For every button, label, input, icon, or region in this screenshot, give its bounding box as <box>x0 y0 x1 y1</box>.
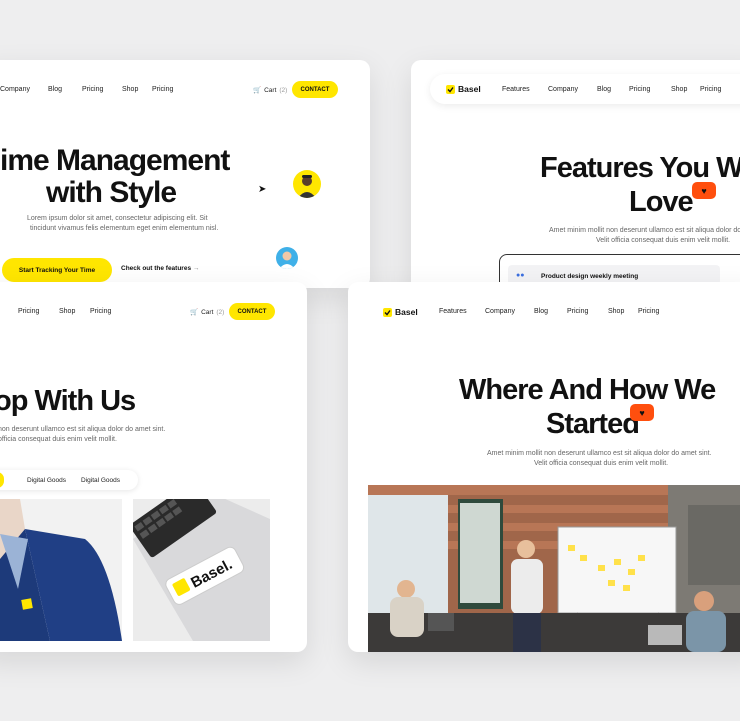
basel-logo[interactable]: Basel <box>446 84 481 94</box>
avatar-user-2 <box>276 247 298 269</box>
nav-shop[interactable]: Shop <box>671 86 687 93</box>
arrow-right-icon: → <box>192 265 200 272</box>
nav-shop[interactable]: Shop <box>122 86 138 93</box>
story-subtext-1: Amet minim mollit non deserunt ullamco e… <box>487 450 712 457</box>
nav-shop[interactable]: Shop <box>59 308 75 315</box>
meeting-card-title: Product design weekly meeting <box>541 273 639 280</box>
hero-headline-line2: with Style <box>46 176 177 209</box>
heart-badge-icon: ♥ <box>630 404 654 421</box>
nav-pricing-2[interactable]: Pricing <box>700 86 721 93</box>
nav-company[interactable]: Company <box>485 308 515 315</box>
features-headline-line2: Love <box>629 186 694 218</box>
hero-subtext-1: Lorem ipsum dolor sit amet, consectetur … <box>27 215 208 222</box>
story-headline-line2: Started <box>546 408 640 440</box>
features-subtext-1: Amet minim mollit non deserunt ullamco e… <box>549 227 740 234</box>
cart-count: (2) <box>216 308 225 316</box>
check-features-link[interactable]: Check out the features → <box>121 265 199 272</box>
logo-check-icon <box>383 307 392 317</box>
logo-text: Basel <box>395 307 418 317</box>
story-subtext-2: Velit officia consequat duis enim velit … <box>534 460 669 467</box>
nav-blog[interactable]: Blog <box>534 308 548 315</box>
contact-button[interactable]: CONTACT <box>229 303 275 320</box>
cart-link[interactable]: 🛒 Cart (2) <box>253 86 288 95</box>
start-tracking-button[interactable]: Start Tracking Your Time <box>2 258 112 282</box>
nav-features[interactable]: Features <box>502 86 530 93</box>
team-meeting-photo <box>368 485 740 652</box>
nav-features[interactable]: Features <box>439 308 467 315</box>
nav-pricing-2[interactable]: Pricing <box>90 308 111 315</box>
panel-shop: Pricing Shop Pricing 🛒 Cart (2) CONTACT … <box>0 282 307 652</box>
tab-digital-goods-2[interactable]: Digital Goods <box>81 477 120 484</box>
nav-pricing[interactable]: Pricing <box>82 86 103 93</box>
nav-blog[interactable]: Blog <box>48 86 62 93</box>
cart-count: (2) <box>279 86 288 94</box>
avatar-user-1 <box>293 170 321 198</box>
shop-headline: op With Us <box>0 385 136 417</box>
nav-pricing-2[interactable]: Pricing <box>638 308 659 315</box>
cart-link[interactable]: 🛒 Cart (2) <box>190 308 225 317</box>
logo-check-icon <box>446 84 455 94</box>
cart-label: Cart <box>264 86 277 94</box>
cursor-icon: ➤ <box>258 184 267 195</box>
nav-company[interactable]: Company <box>548 86 578 93</box>
hero-subtext-2: tincidunt vivamus felis elementum eget e… <box>30 225 219 232</box>
logo-text: Basel <box>458 84 481 94</box>
product-image-blazer[interactable] <box>0 499 122 641</box>
nav-pricing[interactable]: Pricing <box>629 86 650 93</box>
nav-blog[interactable]: Blog <box>597 86 611 93</box>
shop-subtext-2: officia consequat duis enim velit mollit… <box>0 436 117 443</box>
cart-icon: 🛒 <box>190 309 199 316</box>
nav-pricing-2[interactable]: Pricing <box>152 86 173 93</box>
product-image-laptop[interactable]: Basel. <box>133 499 270 641</box>
story-headline-line1: Where And How We <box>459 374 716 406</box>
hero-headline-line1: ime Management <box>0 144 230 177</box>
panel-story: Basel Features Company Blog Pricing Shop… <box>348 282 740 652</box>
tab-digital-goods-1[interactable]: Digital Goods <box>27 477 66 484</box>
nav-pricing[interactable]: Pricing <box>567 308 588 315</box>
cart-label: Cart <box>201 308 214 316</box>
shop-subtext-1: non deserunt ullamco est sit aliqua dolo… <box>0 426 166 433</box>
nav-pricing[interactable]: Pricing <box>18 308 39 315</box>
contact-button[interactable]: CONTACT <box>292 81 338 98</box>
nav-shop[interactable]: Shop <box>608 308 624 315</box>
cart-icon: 🛒 <box>253 87 262 94</box>
people-icon: ●● <box>516 272 525 279</box>
nav-company[interactable]: Company <box>0 86 30 93</box>
check-features-label: Check out the features <box>121 265 192 272</box>
panel-time-management: Company Blog Pricing Shop Pricing 🛒 Cart… <box>0 60 370 288</box>
panel-features: Basel Features Company Blog Pricing Shop… <box>411 60 740 292</box>
features-subtext-2: Velit officia consequat duis enim velit … <box>596 237 731 244</box>
basel-logo[interactable]: Basel <box>383 307 418 317</box>
features-headline-line1: Features You W <box>540 152 740 184</box>
heart-badge-icon: ♥ <box>692 182 716 199</box>
